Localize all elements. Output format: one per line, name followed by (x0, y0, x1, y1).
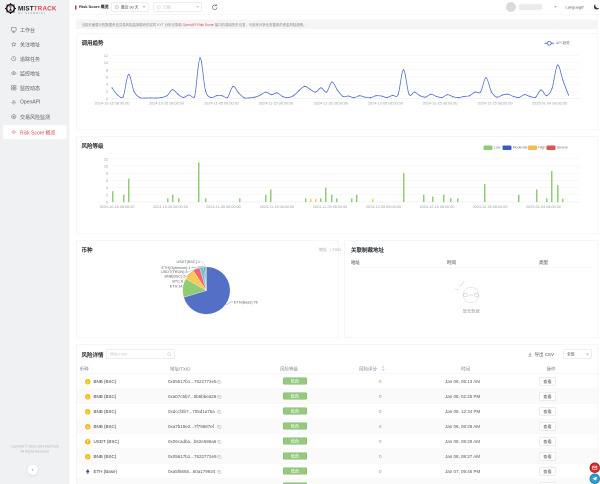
svg-text:2024-11-15 08:00:00: 2024-11-15 08:00:00 (259, 102, 294, 106)
svg-text:2024-11-25 08:00:00: 2024-11-25 08:00:00 (314, 102, 349, 106)
svg-text:12: 12 (104, 54, 108, 58)
svg-text:2024-12-15 08:00:00: 2024-12-15 08:00:00 (423, 102, 458, 106)
svg-text:2025-01-04 08:00:00: 2025-01-04 08:00:00 (526, 205, 561, 209)
svg-text:BNB(BSC):5: BNB(BSC):5 (164, 274, 185, 278)
svg-text:2024-11-25 08:00:00: 2024-11-25 08:00:00 (313, 205, 348, 209)
svg-text:2024-10-26 08:00:00: 2024-10-26 08:00:00 (153, 205, 188, 209)
svg-text:12: 12 (104, 157, 108, 161)
svg-text:MISTTRACK: MISTTRACK (18, 6, 57, 13)
svg-text:USDT(TRON):3: USDT(TRON):3 (161, 270, 187, 274)
svg-text:BTC:8: BTC:8 (172, 279, 183, 283)
svg-text:2024-11-15 08:00:00: 2024-11-15 08:00:00 (260, 205, 295, 209)
svg-text:2024-12-05 08:00:00: 2024-12-05 08:00:00 (368, 102, 403, 106)
svg-text:2024-12-15 08:00:00: 2024-12-15 08:00:00 (420, 205, 455, 209)
svg-text:2024-12-25 08:00:00: 2024-12-25 08:00:00 (473, 205, 508, 209)
svg-text:2: 2 (106, 90, 108, 94)
svg-text:BY SLOWMIST: BY SLOWMIST (19, 13, 46, 15)
svg-text:10: 10 (104, 165, 108, 169)
svg-text:6: 6 (106, 179, 108, 183)
svg-text:6: 6 (106, 75, 108, 79)
svg-text:10: 10 (104, 61, 108, 65)
svg-text:2024-11-05 08:00:00: 2024-11-05 08:00:00 (204, 102, 239, 106)
svg-text:2024-10-16 08:00:00: 2024-10-16 08:00:00 (95, 102, 130, 106)
svg-text:2: 2 (106, 193, 108, 197)
svg-text:2024-10-16 08:00:00: 2024-10-16 08:00:00 (100, 205, 135, 209)
svg-text:8: 8 (106, 68, 108, 72)
svg-text:0: 0 (106, 201, 108, 205)
svg-text:4: 4 (106, 83, 108, 87)
svg-text:2024-10-26 08:00:00: 2024-10-26 08:00:00 (149, 102, 184, 106)
svg-text:ETH:14: ETH:14 (170, 284, 183, 288)
svg-text:ETH(Base):76: ETH(Base):76 (234, 301, 258, 305)
svg-text:8: 8 (106, 172, 108, 176)
svg-text:2025-01-04 08:00:00: 2025-01-04 08:00:00 (532, 102, 567, 106)
svg-text:2024-12-05 08:00:00: 2024-12-05 08:00:00 (366, 205, 401, 209)
svg-text:0: 0 (106, 97, 108, 101)
svg-text:USDT(BSC):1: USDT(BSC):1 (176, 260, 200, 264)
svg-text:4: 4 (106, 186, 108, 190)
svg-text:2024-12-25 08:00:00: 2024-12-25 08:00:00 (478, 102, 513, 106)
svg-text:2024-11-05 08:00:00: 2024-11-05 08:00:00 (206, 205, 241, 209)
